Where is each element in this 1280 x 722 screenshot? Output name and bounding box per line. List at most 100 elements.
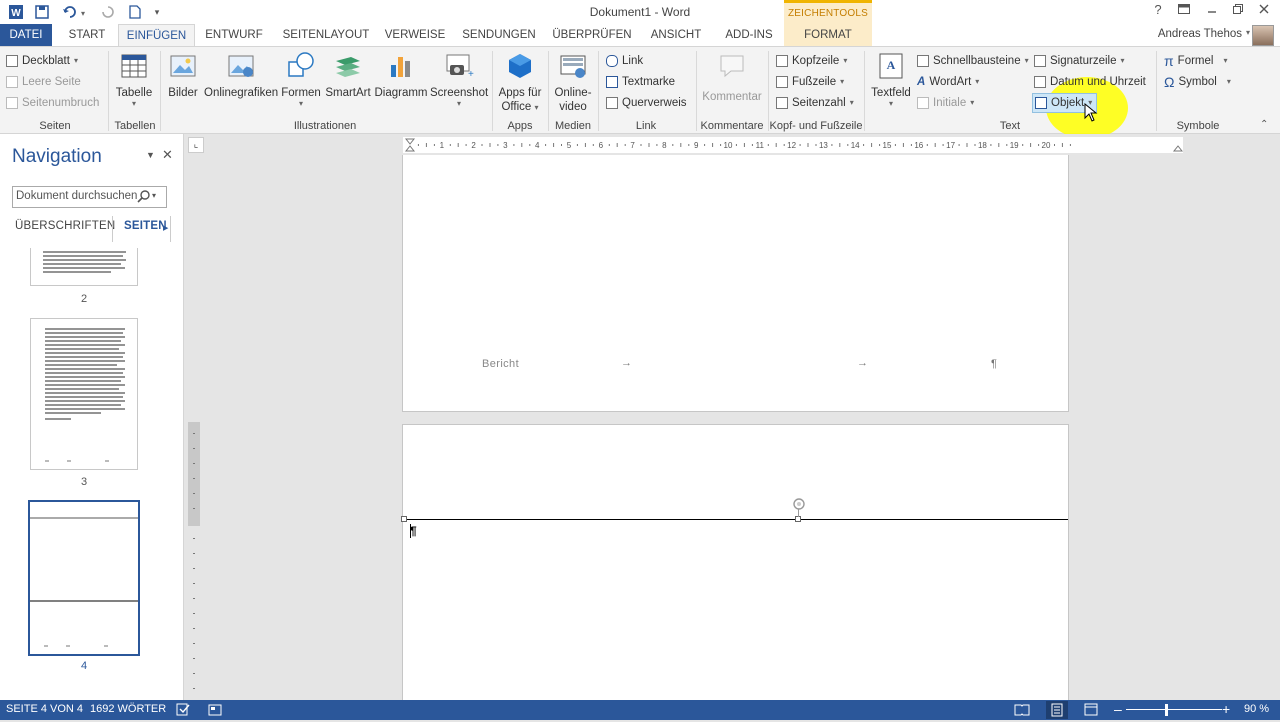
tab-seiten[interactable]: SEITEN	[124, 220, 167, 232]
rotate-handle-icon[interactable]	[792, 497, 806, 514]
minimize-button[interactable]	[1200, 2, 1224, 22]
quick-parts-icon	[917, 55, 929, 67]
page-count-status[interactable]: SEITE 4 VON 4	[6, 703, 83, 715]
ruler-number: 20	[1042, 141, 1051, 150]
apps-fuer-office-button[interactable]: Apps für Office ▾	[496, 51, 544, 113]
web-layout-icon[interactable]	[1084, 703, 1100, 719]
nav-options-chevron-icon[interactable]: ▼	[146, 150, 155, 160]
textmarke-button[interactable]: Textmarke	[606, 72, 675, 92]
zoom-in-button[interactable]: +	[1222, 701, 1230, 717]
tab-sendungen[interactable]: SENDUNGEN	[456, 24, 542, 46]
diagramm-button[interactable]: Diagramm	[374, 51, 428, 99]
group-label-tabellen: Tabellen	[114, 120, 156, 132]
leere-seite-button[interactable]: Leere Seite	[6, 72, 81, 92]
tab-ueberschriften[interactable]: ÜBERSCHRIFTEN	[15, 220, 115, 232]
print-layout-icon[interactable]	[1046, 701, 1068, 719]
avatar[interactable]	[1252, 25, 1274, 46]
bilder-button[interactable]: Bilder	[164, 51, 202, 99]
datum-uhrzeit-button[interactable]: Datum und Uhrzeit	[1034, 72, 1146, 92]
zoom-slider-thumb[interactable]	[1165, 704, 1168, 716]
page-thumbnail[interactable]	[30, 248, 138, 286]
tab-entwurf[interactable]: ENTWURF	[200, 24, 268, 46]
ruler-number: 12	[787, 141, 796, 150]
smartart-button[interactable]: SmartArt	[324, 51, 372, 99]
ruler-tick	[974, 144, 976, 146]
wordart-button[interactable]: A WordArt ▾	[917, 72, 979, 92]
signaturzeile-button[interactable]: Signaturzeile ▾	[1034, 51, 1125, 71]
proofing-icon[interactable]	[176, 703, 190, 719]
kopfzeile-button[interactable]: Kopfzeile ▾	[776, 51, 847, 71]
group-separator	[768, 51, 769, 131]
ribbon-display-options-icon[interactable]	[1172, 2, 1196, 22]
kopfzeile-label: Kopfzeile	[792, 55, 840, 67]
zoom-slider-track[interactable]	[1126, 709, 1222, 710]
seitenumbruch-button[interactable]: Seitenumbruch	[6, 93, 99, 113]
tab-ueberpruefen[interactable]: ÜBERPRÜFEN	[550, 24, 634, 46]
shape-handle[interactable]	[401, 516, 407, 522]
close-button[interactable]	[1252, 2, 1276, 22]
symbol-button[interactable]: Ω Symbol ▾	[1164, 72, 1231, 92]
deckblatt-button[interactable]: Deckblatt ▾	[6, 51, 78, 71]
link-button[interactable]: Link	[606, 51, 643, 71]
page-thumbnail[interactable]	[30, 318, 138, 470]
seitenzahl-button[interactable]: Seitenzahl ▾	[776, 93, 854, 113]
macro-record-icon[interactable]	[208, 703, 222, 719]
user-menu-chevron-icon[interactable]: ▾	[1246, 28, 1250, 37]
querverweis-button[interactable]: Querverweis	[606, 93, 687, 113]
tab-selector-icon[interactable]: ⌞	[188, 137, 204, 153]
tab-arrow-mark: →	[621, 357, 632, 369]
paragraph-mark: ¶	[991, 358, 997, 370]
ruler-tick	[672, 144, 674, 146]
tab-seitenlayout[interactable]: SEITENLAYOUT	[276, 24, 376, 46]
horizontal-ruler[interactable]: 1 2 3 4 5 6 7 8 9 10 11 12 13 14 15 16 17 18 19 20	[403, 137, 1184, 153]
tab-ansicht[interactable]: ANSICHT	[642, 24, 710, 46]
ruler-tick	[561, 144, 562, 146]
onlinegrafiken-button[interactable]: Onlinegrafiken	[204, 51, 278, 99]
search-icon[interactable]	[137, 189, 151, 206]
ruler-tick	[513, 144, 515, 146]
collapse-ribbon-icon[interactable]: ⌃	[1260, 119, 1268, 130]
tab-einfuegen[interactable]: EINFÜGEN	[118, 24, 195, 46]
tab-verweise[interactable]: VERWEISE	[380, 24, 450, 46]
drawn-line-shape[interactable]	[403, 519, 1068, 520]
formel-button[interactable]: π Formel ▾	[1164, 51, 1227, 71]
zoom-out-button[interactable]: –	[1114, 701, 1122, 717]
ruler-tick	[457, 143, 459, 147]
word-count-status[interactable]: 1692 WÖRTER	[90, 703, 166, 715]
fusszeile-button[interactable]: Fußzeile ▾	[776, 72, 844, 92]
page-4[interactable]: ¶	[401, 424, 1069, 700]
search-dropdown-icon[interactable]: ▾	[152, 191, 156, 200]
read-mode-icon[interactable]	[1014, 703, 1030, 719]
left-indent-marker[interactable]	[404, 145, 416, 152]
pi-icon: π	[1164, 53, 1174, 69]
screenshot-button[interactable]: + Screenshot ▾	[430, 51, 488, 108]
first-line-indent-marker[interactable]	[404, 138, 416, 145]
zoom-level[interactable]: 90 %	[1244, 703, 1269, 715]
tab-datei[interactable]: DATEI	[0, 24, 52, 46]
tab-add-ins[interactable]: ADD-INS	[716, 24, 782, 46]
tab-start[interactable]: START	[58, 24, 116, 46]
vertical-ruler[interactable]	[188, 158, 200, 700]
group-separator	[108, 51, 109, 131]
kommentar-button[interactable]: Kommentar	[700, 51, 764, 103]
video-label: video	[559, 101, 587, 113]
right-indent-marker[interactable]	[1172, 145, 1184, 152]
onlinevideo-button[interactable]: Online- video	[552, 51, 594, 113]
textfeld-button[interactable]: A Textfeld ▾	[868, 51, 914, 108]
schnellbausteine-button[interactable]: Schnellbausteine ▾	[917, 51, 1029, 71]
formen-button[interactable]: Formen ▾	[280, 51, 322, 108]
tab-format[interactable]: FORMAT	[784, 24, 872, 46]
footer-text: Bericht	[482, 358, 520, 370]
tab-scroll-right-icon[interactable]: ▶	[163, 224, 168, 232]
nav-close-icon[interactable]: ✕	[162, 147, 173, 163]
initiale-button[interactable]: Initiale ▾	[917, 93, 974, 113]
ruler-tick	[966, 143, 968, 147]
page-thumbnail-selected[interactable]	[28, 500, 140, 656]
help-button[interactable]: ?	[1146, 2, 1170, 22]
page-3[interactable]: Bericht → → ¶	[402, 155, 1069, 412]
tabelle-button[interactable]: Tabelle ▾	[114, 51, 154, 108]
group-label-apps: Apps	[507, 120, 533, 132]
user-name[interactable]: Andreas Thehos	[1158, 28, 1242, 40]
restore-button[interactable]	[1226, 2, 1250, 22]
group-separator	[864, 51, 865, 131]
